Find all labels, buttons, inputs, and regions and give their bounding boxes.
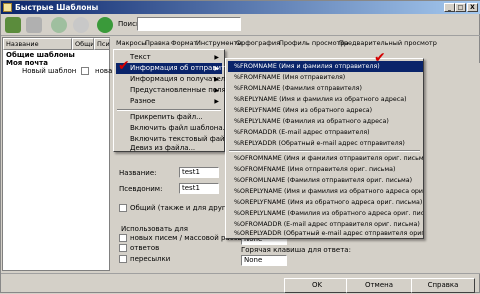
use-forward-label: пересылки [130,255,171,263]
back-icon[interactable] [73,17,89,33]
submenu-item[interactable]: %OREPLYNAME (Имя и фамилия из обратного … [228,186,423,197]
tree-item-new-template[interactable]: Новый шаблон [22,67,76,75]
ok-button[interactable]: OK [284,278,350,293]
menu-preview[interactable]: Предварительный просмотр [339,37,437,49]
menu-item-preset-fields-label: Предустановленные поля [130,86,226,94]
menu-format[interactable]: Формат [171,37,197,49]
menu-item-motto[interactable]: Девиз из файла... [116,145,222,152]
submenu-item[interactable]: %OREPLYFNAME (Имя из обратного адреса ор… [228,197,423,208]
menu-spelling[interactable]: Орфография [236,37,280,49]
menu-item-sender-info-label: Информация об отправителе [130,64,239,72]
menu-item-attach-file-label: Прикрепить файл... [130,113,203,121]
submenu-item[interactable]: %REPLYADDR (Обратный e-mail адрес отправ… [228,138,423,149]
menu-item-misc[interactable]: Разное ▶ [116,96,222,107]
column-name[interactable]: Название [3,38,72,50]
menu-item-recipient-info[interactable]: Информация о получателе ▶ [116,74,229,85]
menu-edit[interactable]: Правка [145,37,170,49]
menu-separator [229,150,420,152]
submenu-item[interactable]: %FROMNAME (Имя и фамилия отправителя) [228,61,423,72]
window: Быстрые Шаблоны _ □ X Поиск Название Общ… [0,0,480,293]
use-reply-label: ответов [130,244,160,252]
submenu-item[interactable]: %OFROMLNAME (Фамилия отправителя ориг. п… [228,175,423,186]
checkmark-annotation-icon: ✔ [118,58,130,74]
column-shared[interactable]: Общий [72,38,94,50]
submenu-item[interactable]: %REPLYFNAME (Имя из обратного адреса) [228,105,423,116]
template-list[interactable]: Название Общий Пси Общие шаблоны Моя поч… [2,37,113,271]
search-input[interactable] [137,17,241,31]
submenu-item[interactable]: %REPLYLNAME (Фамилия из обратного адреса… [228,116,423,127]
use-reply-checkbox[interactable] [119,244,127,252]
hotkey-reply-field[interactable]: None [241,255,287,266]
submenu-item[interactable]: %OFROMNAME (Имя и фамилия отправителя ор… [228,153,423,164]
minimize-button[interactable]: _ [444,3,455,12]
submenu-item[interactable]: %OREPLYLNAME (Фамилия из обратного адрес… [228,208,423,219]
close-button[interactable]: X [467,3,478,12]
title-bar: Быстрые Шаблоны _ □ X [1,1,480,14]
menu-item-misc-label: Разное [130,97,156,105]
use-new-checkbox[interactable] [119,234,127,242]
button-bar: OK Отмена Справка [1,273,480,294]
menu-item-attach-file[interactable]: Прикрепить файл... [116,112,222,123]
submenu-item[interactable]: %OREPLYADDR (Обратный e-mail адрес отпра… [228,228,423,239]
alias-label: Псевдоним: [119,185,163,193]
edit-icon[interactable] [26,17,42,33]
forward-icon[interactable] [97,17,113,33]
column-extra[interactable]: Пси [94,38,110,50]
menu-item-include-template[interactable]: Включить файл шаблона... [116,123,229,134]
submenu-item[interactable]: %REPLYNAME (Имя и фамилия из обратного а… [228,94,423,105]
new-template-icon[interactable] [5,17,21,33]
menu-item-text-label: Текст [130,53,151,61]
use-for-label: Использовать для [121,225,188,233]
checkmark-annotation-icon: ✔ [374,50,386,66]
hotkey-reply-label: Горячая клавиша для ответа: [241,246,351,254]
name-field[interactable]: test1 [179,167,219,178]
menu-macros[interactable]: Макросы [116,37,146,49]
menu-bar: Макросы Правка Формат Инструменты Орфогр… [113,37,480,49]
menu-item-include-text-label: Включить текстовый файл... [130,135,236,143]
menu-separator [117,109,221,111]
tree-item-extra: нова [95,67,113,75]
submenu-item[interactable]: %OFROMFNAME (Имя отправителя ориг. письм… [228,164,423,175]
submenu-item[interactable]: %FROMADDR (E-mail адрес отправителя) [228,127,423,138]
name-label: Название: [119,169,157,177]
submenu-arrow-icon: ▶ [214,54,219,61]
maximize-button[interactable]: □ [455,3,466,12]
window-title: Быстрые Шаблоны [15,3,99,12]
macros-menu: Текст ▶ Информация об отправителе ▶ Информ… [113,49,238,152]
submenu-arrow-icon: ▶ [214,65,219,72]
shared-checkbox[interactable] [81,67,89,75]
submenu-arrow-icon: ▶ [214,87,219,94]
use-forward-checkbox[interactable] [119,255,127,263]
refresh-icon[interactable] [51,17,67,33]
menu-item-motto-label: Девиз из файла... [130,144,196,152]
menu-item-preset-fields[interactable]: Предустановленные поля ▶ [116,85,226,96]
sender-submenu: %FROMNAME (Имя и фамилия отправителя) %F… [225,58,424,239]
submenu-item[interactable]: %FROMFNAME (Имя отправителя) [228,72,423,83]
tree-item-shared[interactable]: Общие шаблоны [6,51,75,59]
cancel-button[interactable]: Отмена [346,278,412,293]
submenu-item[interactable]: %FROMLNAME (Фамилия отправителя) [228,83,423,94]
help-button[interactable]: Справка [411,278,475,293]
menu-item-text[interactable]: Текст ▶ [116,52,222,63]
tree-item-my-mail[interactable]: Моя почта [6,59,48,67]
menu-item-sender-info[interactable]: Информация об отправителе ▶ [116,63,238,74]
menu-item-include-template-label: Включить файл шаблона... [130,124,230,132]
shared-all-checkbox[interactable] [119,204,127,212]
submenu-arrow-icon: ▶ [214,76,219,83]
alias-field[interactable]: test1 [179,183,219,194]
app-icon [3,3,12,12]
submenu-arrow-icon: ▶ [214,98,219,105]
